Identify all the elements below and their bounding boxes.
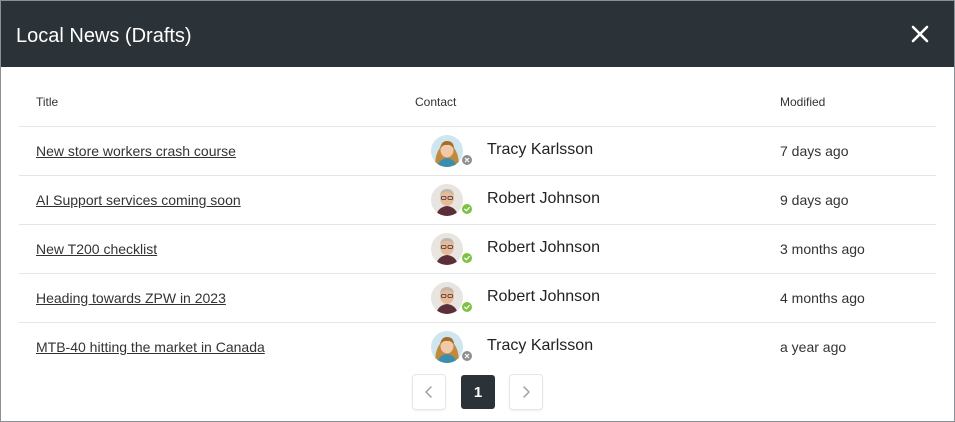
modified-date: a year ago: [780, 339, 847, 355]
modified-date: 9 days ago: [780, 192, 849, 208]
presence-available-icon: [461, 301, 473, 313]
draft-title-link[interactable]: Heading towards ZPW in 2023: [36, 290, 226, 306]
previous-page-button[interactable]: [413, 375, 445, 409]
contact-avatar[interactable]: [431, 233, 473, 265]
page-1-button[interactable]: 1: [461, 375, 495, 409]
table-row: New T200 checklist Robert Johnson 3 mont…: [19, 225, 936, 274]
column-header-modified: Modified: [780, 95, 826, 109]
column-header-title: Title: [36, 95, 59, 109]
table-row: MTB-40 hitting the market in Canada Trac…: [19, 323, 936, 372]
contact-name[interactable]: Robert Johnson: [487, 288, 600, 306]
table-row: Heading towards ZPW in 2023 Robert Johns…: [19, 274, 936, 323]
chevron-left-icon: [425, 386, 432, 398]
chevron-right-icon: [523, 386, 530, 398]
column-header-contact: Contact: [415, 95, 457, 109]
next-page-button[interactable]: [510, 375, 542, 409]
modified-date: 3 months ago: [780, 241, 865, 257]
contact-avatar[interactable]: [431, 135, 473, 167]
presence-offline-icon: [461, 350, 473, 362]
table-row: AI Support services coming soon Robert J…: [19, 176, 936, 225]
dialog-header: Local News (Drafts): [1, 1, 954, 67]
presence-offline-icon: [461, 154, 473, 166]
close-button[interactable]: [908, 22, 932, 46]
draft-title-link[interactable]: New store workers crash course: [36, 143, 236, 159]
draft-title-link[interactable]: New T200 checklist: [36, 241, 157, 257]
page-number: 1: [473, 384, 483, 401]
modified-date: 7 days ago: [780, 143, 849, 159]
contact-avatar[interactable]: [431, 184, 473, 216]
contact-name[interactable]: Tracy Karlsson: [487, 141, 593, 159]
presence-available-icon: [461, 252, 473, 264]
draft-title-link[interactable]: MTB-40 hitting the market in Canada: [36, 339, 265, 355]
table-header: Title Contact Modified: [19, 67, 936, 127]
contact-avatar[interactable]: [431, 331, 473, 363]
contact-name[interactable]: Tracy Karlsson: [487, 337, 593, 355]
presence-available-icon: [461, 203, 473, 215]
close-icon: [911, 25, 929, 43]
table-row: New store workers crash course Tracy Kar…: [19, 127, 936, 176]
draft-title-link[interactable]: AI Support services coming soon: [36, 192, 241, 208]
contact-name[interactable]: Robert Johnson: [487, 190, 600, 208]
table-body: New store workers crash course Tracy Kar…: [19, 127, 936, 372]
local-news-drafts-dialog: Local News (Drafts) Title Contact Modifi…: [0, 0, 955, 422]
drafts-table: Title Contact Modified New store workers…: [19, 67, 936, 372]
modified-date: 4 months ago: [780, 290, 865, 306]
contact-avatar[interactable]: [431, 282, 473, 314]
dialog-title: Local News (Drafts): [16, 25, 192, 47]
contact-name[interactable]: Robert Johnson: [487, 239, 600, 257]
